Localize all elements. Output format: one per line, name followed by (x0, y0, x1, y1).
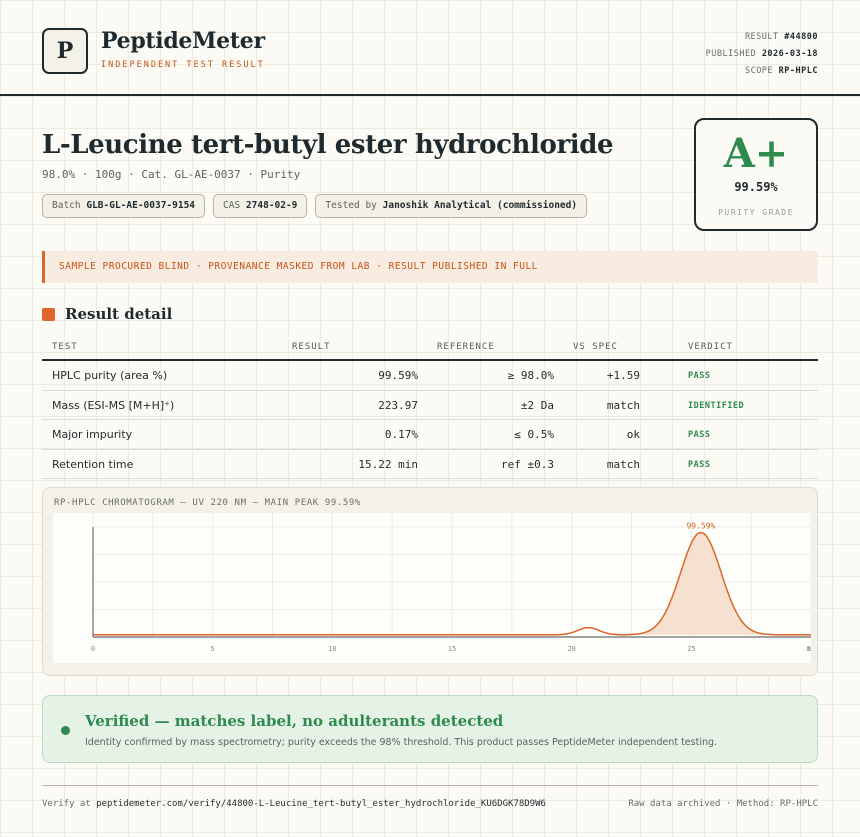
header-result: RESULT (292, 342, 331, 352)
cell-vs-spec: +1.59 (606, 369, 640, 382)
table-header: TEST RESULT REFERENCE VS SPEC VERDICT (42, 337, 818, 361)
verified-title: Verified — matches label, no adulterants… (85, 712, 504, 730)
header-test: TEST (52, 342, 78, 352)
product-title: L-Leucine tert-butyl ester hydrochloride (42, 130, 614, 160)
header-vs-spec: VS SPEC (573, 342, 618, 352)
cell-result: 0.17% (384, 428, 418, 441)
verify-label: Verify at (42, 799, 91, 809)
section-title: Result detail (65, 305, 173, 323)
cell-result: 15.22 min (358, 457, 418, 471)
cell-verdict: PASS (688, 430, 711, 440)
peak-label: 99.59% (686, 522, 715, 531)
header-verdict: VERDICT (688, 342, 733, 352)
cas-chip: CAS 2748-02-9 (213, 194, 308, 218)
table-row: Major impurity 0.17% ≤ 0.5% ok PASS (42, 420, 818, 450)
batch-label: Batch (52, 200, 81, 211)
footer-divider (42, 785, 818, 786)
cas-label: CAS (223, 200, 241, 211)
x-tick-label: 5 (211, 645, 215, 653)
brand-tagline: INDEPENDENT TEST RESULT (101, 60, 265, 70)
chromatogram-title: RP-HPLC CHROMATOGRAM — UV 220 NM — MAIN … (54, 498, 361, 508)
x-tick-label: 15 (448, 645, 456, 653)
cell-reference: ref ±0.3 (501, 457, 554, 471)
section-square-icon (42, 307, 55, 321)
verified-banner: Verified — matches label, no adulterants… (42, 695, 818, 763)
tested-value: Janoshik Analytical (commissioned) (382, 200, 578, 211)
cell-verdict: PASS (688, 459, 711, 470)
cas-value: 2748-02-9 (245, 200, 298, 211)
verified-dot-icon (61, 726, 70, 735)
tested-by-chip: Tested by Janoshik Analytical (commissio… (315, 194, 588, 218)
verify-footer: Verify at peptidemeter.com/verify/44800-… (42, 799, 546, 809)
x-tick-label: 0 (91, 645, 95, 653)
cell-vs-spec: match (606, 398, 640, 412)
result-table: TEST RESULT REFERENCE VS SPEC VERDICT HP… (42, 337, 818, 479)
verified-subtitle: Identity confirmed by mass spectrometry;… (85, 737, 718, 748)
cell-vs-spec: match (606, 457, 640, 471)
x-tick-label: 25 (687, 645, 695, 653)
result-meta: RESULT #44800 PUBLISHED 2026-03-18 SCOPE… (706, 29, 818, 80)
published-label: PUBLISHED (705, 49, 757, 59)
brand-logo: P (42, 28, 88, 74)
chromatogram-panel: RP-HPLC CHROMATOGRAM — UV 220 NM — MAIN … (42, 487, 819, 676)
cell-result: 223.97 (378, 398, 418, 412)
published-date: 2026-03-18 (761, 49, 818, 59)
grade-letter: A+ (723, 130, 789, 177)
result-label: RESULT (744, 32, 779, 42)
cell-test: Retention time (52, 457, 134, 471)
grade-value: 99.59% (734, 180, 778, 194)
scope-value: RP-HPLC (778, 66, 818, 76)
chromatogram-plot: 99.59%051015202530min (53, 513, 819, 663)
report-header: P PeptideMeter INDEPENDENT TEST RESULT R… (0, 0, 860, 96)
cell-reference: ±2 Da (520, 398, 554, 412)
x-tick-label: 20 (567, 645, 575, 653)
product-subtitle: 98.0% · 100g · Cat. GL-AE-0037 · Purity (42, 168, 301, 181)
table-row: Retention time 15.22 min ref ±0.3 match … (42, 450, 818, 479)
cell-vs-spec: ok (626, 428, 640, 441)
grade-label: PURITY GRADE (718, 208, 794, 217)
table-row: Mass (ESI-MS [M+H]⁺) 223.97 ±2 Da match … (42, 391, 818, 420)
purity-grade-card: A+ 99.59% PURITY GRADE (694, 118, 818, 231)
result-id: #44800 (784, 32, 818, 42)
cell-reference: ≤ 0.5% (514, 428, 554, 441)
cell-verdict: IDENTIFIED (688, 400, 745, 411)
scope-label: SCOPE (744, 66, 774, 76)
result-detail-heading: Result detail (42, 305, 172, 323)
cell-test: Major impurity (52, 428, 133, 441)
cell-verdict: PASS (688, 371, 711, 381)
procurement-notice: SAMPLE PROCURED BLIND · PROVENANCE MASKE… (42, 251, 818, 283)
cell-test: HPLC purity (area %) (52, 369, 168, 382)
product-chips: Batch GLB-GL-AE-0037-9154 CAS 2748-02-9 … (42, 194, 588, 218)
batch-chip: Batch GLB-GL-AE-0037-9154 (42, 194, 206, 218)
cell-result: 99.59% (378, 369, 418, 382)
cell-test: Mass (ESI-MS [M+H]⁺) (52, 398, 175, 412)
verify-link[interactable]: peptidemeter.com/verify/44800-L-Leucine_… (96, 799, 546, 809)
brand-name: PeptideMeter (101, 28, 265, 54)
x-tick-label: 10 (328, 645, 336, 653)
tested-label: Tested by (325, 200, 377, 211)
table-row: HPLC purity (area %) 99.59% ≥ 98.0% +1.5… (42, 361, 818, 391)
main-peak-fill (635, 532, 766, 635)
archive-note: Raw data archived · Method: RP-HPLC (628, 799, 818, 809)
batch-value: GLB-GL-AE-0037-9154 (86, 200, 196, 211)
header-reference: REFERENCE (437, 342, 495, 352)
cell-reference: ≥ 98.0% (507, 369, 554, 382)
x-tick-label: min (807, 645, 811, 653)
chromatogram-svg: 99.59%051015202530min (91, 513, 819, 653)
